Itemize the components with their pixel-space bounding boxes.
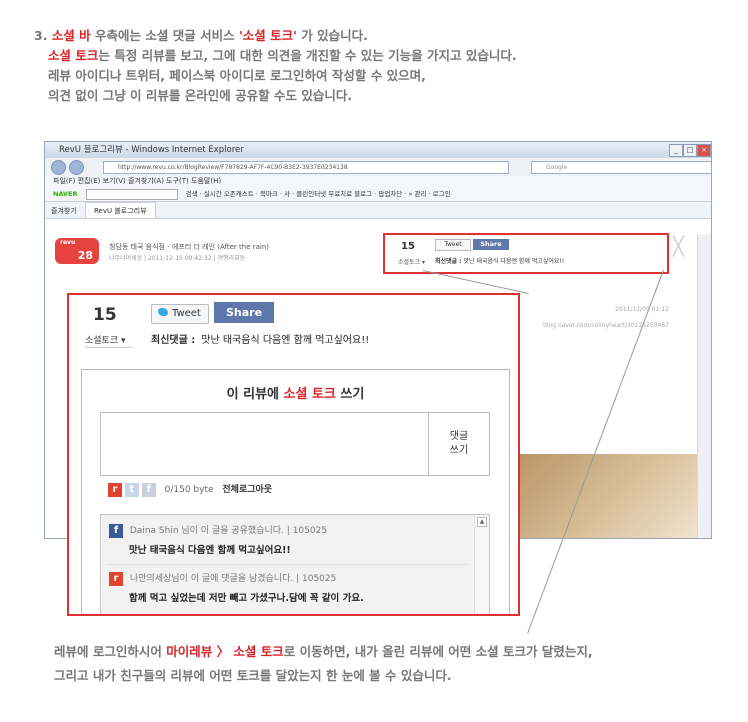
- write-talk-box: 이 리뷰에 소셜 토크 쓰기 댓글 쓰기 r t f 0/150 byte 전체…: [81, 369, 510, 614]
- share-button[interactable]: Share: [214, 302, 274, 323]
- twitter-bird-icon: [158, 308, 168, 316]
- social-talk-zoom-panel: 15 소셜토크 ▾ Tweet Share 최신댓글 : 맛난 태국음식 다음엔 …: [67, 293, 520, 616]
- browser-titlebar: RevU 블로그리뷰 - Windows Internet Explorer _…: [45, 142, 711, 158]
- intro-line-1: 3. 소셜 바 우측에는 소셜 댓글 서비스 '소셜 토크' 가 있습니다.: [34, 26, 517, 46]
- url-input[interactable]: http://www.revu.co.kr/BlogReview/F787829…: [103, 161, 509, 174]
- close-window-icon[interactable]: ×: [697, 144, 711, 157]
- tab-revu[interactable]: RevU 블로그리뷰: [85, 202, 156, 218]
- naver-search-input[interactable]: [85, 188, 178, 200]
- post-url[interactable]: blog.naver.com/colinyheart/30125250467: [543, 322, 669, 329]
- tab-bar: 즐겨찾기 RevU 블로그리뷰: [45, 202, 711, 219]
- minimize-icon[interactable]: _: [669, 144, 683, 157]
- social-talk-quote: '소셜 토크': [238, 28, 297, 43]
- comment-textarea[interactable]: [100, 412, 430, 476]
- latest-comment-label: 최신댓글 :: [151, 335, 196, 346]
- window-title: RevU 블로그리뷰 - Windows Internet Explorer: [59, 145, 244, 155]
- post-date: 2011/12/09 01:12: [615, 306, 669, 313]
- comment-item: r 나만의세상님이 이 글에 댓글을 남겼습니다. | 105025 함께 먹고…: [109, 571, 364, 604]
- my-revu-path: 마이레뷰 〉 소셜 토크: [166, 644, 284, 659]
- maximize-icon[interactable]: □: [683, 144, 697, 157]
- tweet-button[interactable]: Tweet: [151, 304, 209, 324]
- comment-time: 105025: [302, 574, 337, 584]
- address-bar-row: http://www.revu.co.kr/BlogReview/F787829…: [45, 158, 711, 176]
- comment-list-scrollbar[interactable]: ▲: [474, 515, 489, 614]
- revu-badge-number: 28: [77, 249, 93, 262]
- social-bar-label: 소셜 바: [51, 28, 91, 43]
- mini-share-button[interactable]: Share: [473, 239, 509, 250]
- favorites-button[interactable]: 즐겨찾기: [51, 207, 77, 215]
- toolbar-items[interactable]: 검색 · 실시간 오존캐스트 · 북마크 · 사 · 클린인터넷 무료치료 블로…: [186, 190, 451, 198]
- comment-author: 나만의세상님이 이 글에 댓글을 남겼습니다.: [129, 574, 294, 584]
- comment-text: 맛난 태국음식 다음엔 함께 먹고싶어요!!: [129, 544, 291, 556]
- intro-line-2: 소셜 토크는 특정 리뷰를 보고, 그에 대한 의견을 개진할 수 있는 기능을…: [34, 46, 517, 66]
- post-photo: [515, 454, 697, 538]
- tweet-label: Tweet: [172, 308, 201, 319]
- menu-bar[interactable]: 파일(F) 편집(E) 보기(V) 즐겨찾기(A) 도구(T) 도움말(H): [45, 176, 711, 187]
- intro-text: 3. 소셜 바 우측에는 소셜 댓글 서비스 '소셜 토크' 가 있습니다. 소…: [34, 26, 517, 106]
- social-talk-label: 소셜 토크: [48, 48, 99, 63]
- outro-line-2: 그리고 내가 친구들의 리뷰에 어떤 토크를 달았는지 한 눈에 볼 수 있습니…: [54, 668, 452, 683]
- social-bar-highlight: 15 소셜토크 ▾ Tweet Share 최신댓글 : 맛난 태국음식 다음엔…: [383, 233, 669, 274]
- revu-icon: r: [109, 571, 123, 586]
- twitter-login-icon[interactable]: t: [124, 482, 139, 497]
- mini-latest-label: 최신댓글 :: [435, 258, 462, 265]
- mini-talk-count: 15: [401, 241, 415, 252]
- latest-comment: 최신댓글 : 맛난 태국음식 다음엔 함께 먹고싶어요!!: [151, 331, 369, 346]
- revu-badge: revu 28: [55, 238, 99, 264]
- submit-line-2: 쓰기: [449, 445, 469, 456]
- logout-all-link[interactable]: 전체로그아웃: [222, 485, 272, 495]
- write-title-post: 쓰기: [335, 387, 365, 402]
- submit-line-1: 댓글: [449, 431, 469, 442]
- write-title-red: 소셜 토크: [283, 387, 336, 402]
- intro-line-3: 레뷰 아이디나 트위터, 페이스북 아이디로 로그인하여 작성할 수 있으며,: [48, 68, 426, 83]
- naver-toolbar: NAVER 검색 · 실시간 오존캐스트 · 북마크 · 사 · 클린인터넷 무…: [45, 187, 711, 202]
- page-scrollbar[interactable]: [697, 234, 711, 538]
- comment-list: ▲ f Daina Shin 님이 이 글을 공유했습니다. | 105025 …: [100, 514, 490, 614]
- facebook-login-icon[interactable]: f: [141, 482, 156, 497]
- intro-line1-mid: 우측에는 소셜 댓글 서비스: [90, 28, 239, 43]
- comment-time: 105025: [292, 526, 328, 536]
- outro-line1-pre: 레뷰에 로그인하시어: [54, 644, 167, 659]
- back-icon[interactable]: [51, 160, 66, 175]
- login-icons-row: r t f 0/150 byte 전체로그아웃: [108, 482, 272, 498]
- write-talk-title: 이 리뷰에 소셜 토크 쓰기: [82, 383, 509, 402]
- outro-line1-post: 로 이동하면, 내가 올린 리뷰에 어떤 소셜 토크가 달렸는지,: [283, 644, 593, 659]
- post-meta: 나무너머세상 | 2011-12-15 09:42:32 | 여행리뷰동: [109, 255, 246, 262]
- mini-latest-text: 맛난 태국음식 다음엔 함께 먹고싶어요!!: [463, 258, 565, 265]
- post-title[interactable]: 청담동 태국 음식점 - 에프터 더 레인 (After the rain): [109, 242, 269, 252]
- write-title-pre: 이 리뷰에: [226, 387, 284, 402]
- comment-divider: [107, 564, 467, 565]
- outro-line-1: 레뷰에 로그인하시어 마이레뷰 〉 소셜 토크로 이동하면, 내가 올린 리뷰에…: [54, 640, 593, 664]
- intro-line2-rest: 는 특정 리뷰를 보고, 그에 대한 의견을 개진할 수 있는 기능을 가지고 …: [98, 48, 517, 63]
- outro-text: 레뷰에 로그인하시어 마이레뷰 〉 소셜 토크로 이동하면, 내가 올린 리뷰에…: [54, 640, 593, 688]
- mini-talk-dropdown[interactable]: 소셜토크 ▾: [398, 257, 425, 266]
- forward-icon[interactable]: [69, 160, 84, 175]
- search-input[interactable]: Google: [531, 161, 711, 174]
- mini-latest-comment: 최신댓글 : 맛난 태국음식 다음엔 함께 먹고싶어요!!: [435, 256, 564, 265]
- mini-tweet-button[interactable]: Tweet: [435, 239, 471, 251]
- close-bar-icon[interactable]: ╳: [673, 236, 684, 257]
- count-divider: [85, 347, 133, 348]
- comment-text: 함께 먹고 싶었는데 저만 빼고 가셨구나.담에 꼭 같이 가요.: [129, 592, 364, 604]
- talk-count: 15: [93, 305, 117, 325]
- comment-author: Daina Shin 님이 이 글을 공유했습니다.: [129, 526, 284, 536]
- intro-line1-end: 가 있습니다.: [296, 28, 368, 43]
- revu-login-icon[interactable]: r: [108, 482, 122, 497]
- naver-logo[interactable]: NAVER: [53, 190, 78, 198]
- intro-line-4: 의견 없이 그냥 이 리뷰를 온라인에 공유할 수도 있습니다.: [48, 88, 353, 103]
- scroll-up-icon[interactable]: ▲: [477, 517, 487, 527]
- talk-dropdown[interactable]: 소셜토크 ▾: [85, 333, 126, 346]
- submit-comment-button[interactable]: 댓글 쓰기: [428, 412, 490, 476]
- comment-item: f Daina Shin 님이 이 글을 공유했습니다. | 105025 맛난…: [109, 523, 327, 556]
- byte-counter: 0/150 byte: [164, 485, 214, 495]
- intro-num: 3.: [34, 28, 48, 43]
- revu-brand: revu: [60, 239, 76, 246]
- latest-comment-text: 맛난 태국음식 다음엔 함께 먹고싶어요!!: [201, 335, 370, 346]
- facebook-icon: f: [109, 523, 123, 538]
